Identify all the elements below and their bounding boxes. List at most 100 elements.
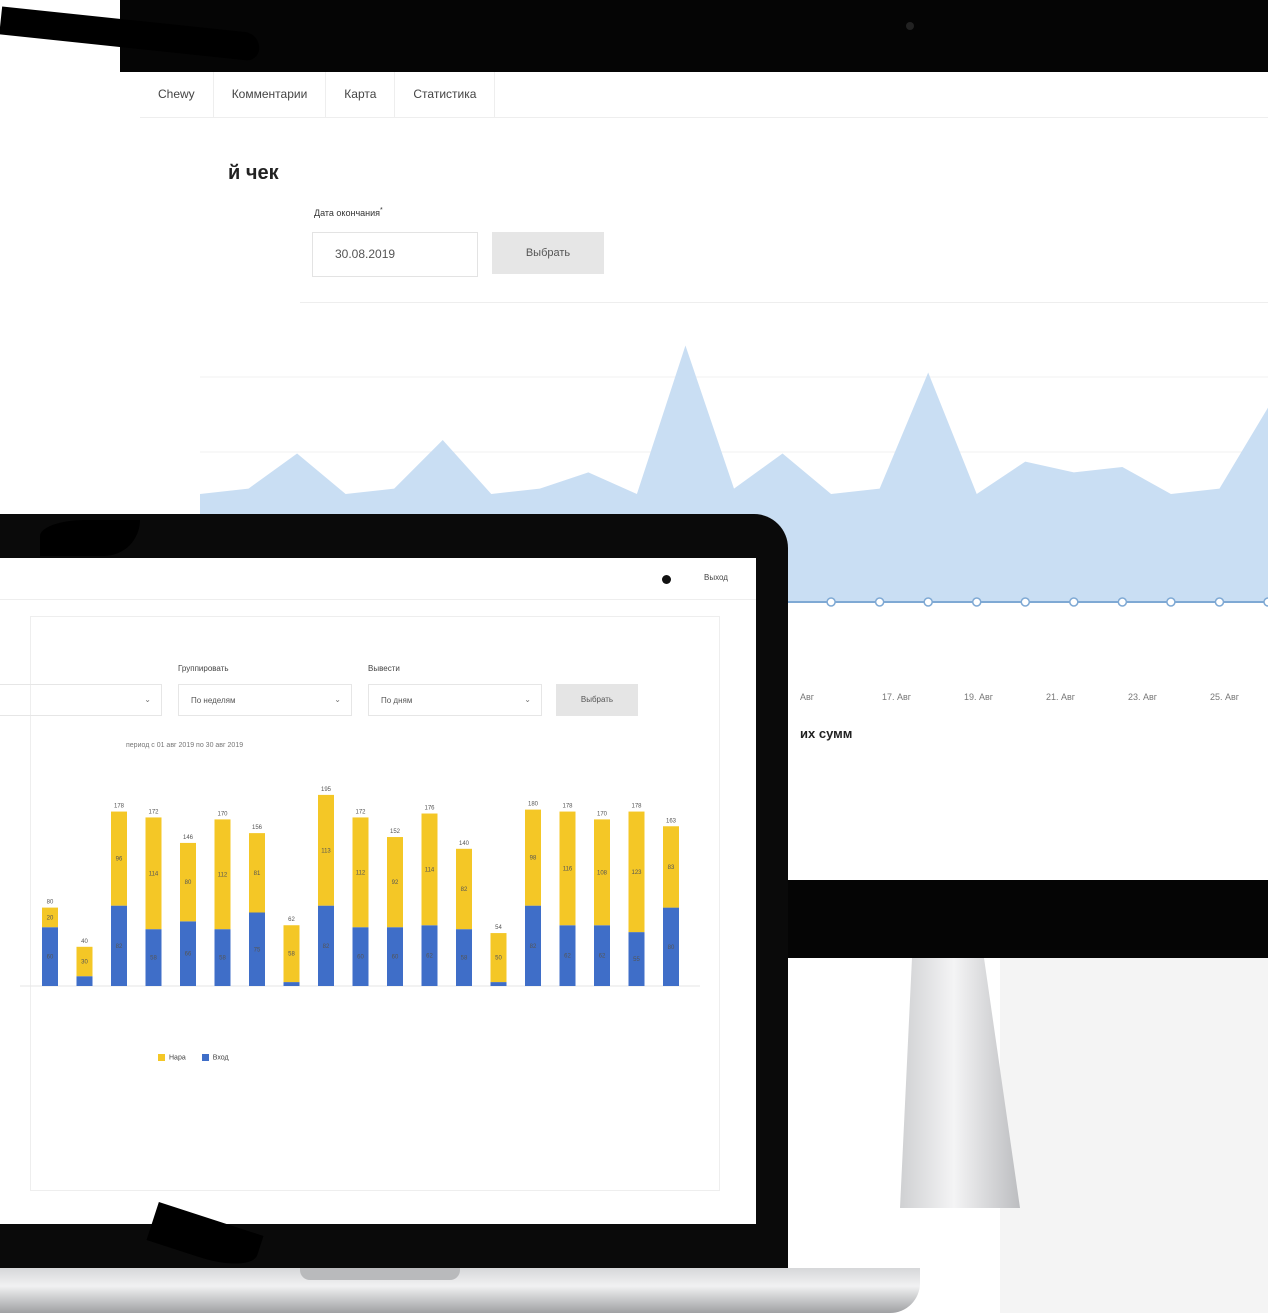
bar-segment-label: 80 (668, 945, 675, 951)
bar-segment-label: 123 (631, 870, 642, 876)
bar-segment-label: 58 (288, 952, 295, 958)
bar-total-label: 178 (562, 804, 573, 810)
bar-total-label: 195 (321, 787, 332, 793)
bar-segment-vhod[interactable] (283, 982, 300, 986)
x-tick-label: 21. Авг (1046, 692, 1076, 702)
legend-label: Вход (212, 1054, 229, 1062)
bar-segment-label: 82 (530, 944, 537, 950)
bar-total-label: 170 (217, 811, 228, 817)
bar-segment-label: 112 (218, 872, 228, 878)
bar-total-label: 152 (390, 829, 401, 835)
legend-item[interactable]: Вход (201, 1054, 229, 1062)
bar-total-label: 178 (114, 804, 125, 810)
bar-segment-label: 114 (149, 871, 159, 877)
grouping-label: Группировать (178, 664, 229, 673)
bar-segment-label: 55 (633, 957, 640, 963)
area-point[interactable] (826, 597, 836, 607)
area-point[interactable] (1069, 597, 1079, 607)
chart-legend: Нара Вход (158, 1054, 229, 1061)
area-point[interactable] (1020, 597, 1031, 607)
bar-total-label: 146 (183, 835, 194, 841)
bar-total-label: 140 (459, 841, 470, 847)
chevron-down-icon: ⌄ (334, 695, 341, 704)
bar-total-label: 54 (495, 925, 502, 931)
laptop-screen: Выход Группировать Вывести ⌄ По неделям … (0, 558, 756, 1224)
grouping-select-value: По неделям (191, 696, 236, 705)
display-select-value: По дням (381, 696, 413, 705)
chevron-down-icon: ⌄ (144, 695, 151, 704)
bar-segment-label: 58 (461, 956, 468, 962)
area-point[interactable] (1214, 597, 1225, 607)
area-point[interactable] (1117, 597, 1128, 607)
bar-segment-label: 62 (599, 954, 606, 960)
bar-segment-label: 60 (392, 955, 399, 961)
legend-swatch (201, 1054, 209, 1061)
background (1000, 958, 1268, 1313)
bar-total-label: 40 (81, 939, 88, 945)
x-tick-label: 17. Авг (882, 692, 912, 702)
bar-total-label: 62 (288, 917, 295, 923)
bar-total-label: 172 (355, 809, 366, 815)
area-point[interactable] (874, 597, 885, 607)
camera-icon (906, 22, 914, 30)
bar-segment-label: 82 (323, 944, 330, 950)
area-point[interactable] (1166, 597, 1176, 607)
bar-segment-label: 108 (597, 870, 608, 876)
laptop-base (0, 1268, 920, 1313)
bar-total-label: 180 (528, 802, 539, 808)
area-point[interactable] (1263, 597, 1268, 607)
bar-segment-label: 114 (425, 867, 435, 873)
bar-segment-label: 112 (356, 870, 366, 876)
legend-swatch (158, 1054, 165, 1061)
bar-segment-label: 116 (563, 866, 573, 872)
legend-item[interactable]: Нара (158, 1054, 186, 1061)
bar-segment-label: 80 (185, 880, 192, 886)
bar-segment-label: 82 (461, 887, 468, 893)
bar-segment-label: 60 (47, 955, 54, 961)
laptop-header: Выход (0, 558, 756, 600)
bar-total-label: 172 (148, 809, 159, 815)
bar-segment-label: 82 (116, 944, 123, 950)
bar-segment-label: 60 (357, 955, 364, 961)
monitor-chin (780, 880, 1268, 958)
legend-label: Нара (169, 1054, 186, 1062)
first-select[interactable]: ⌄ (0, 684, 162, 716)
bar-segment-label: 30 (81, 960, 88, 966)
bar-total-label: 163 (666, 818, 677, 824)
bar-segment-label: 92 (392, 880, 399, 886)
bar-segment-vhod[interactable] (490, 982, 507, 986)
bar-segment-vhod[interactable] (76, 976, 93, 986)
x-tick-label: 25. Авг (1210, 692, 1240, 702)
x-tick-label: 19. Авг (964, 692, 994, 702)
bar-segment-label: 98 (530, 856, 537, 862)
grouping-select[interactable]: По неделям ⌄ (178, 684, 352, 716)
bar-segment-label: 66 (185, 952, 192, 958)
area-point[interactable] (923, 597, 933, 607)
exit-link[interactable]: Выход (704, 573, 728, 582)
chevron-down-icon: ⌄ (524, 695, 531, 704)
bar-segment-label: 50 (495, 956, 502, 962)
x-tick-label: 23. Авг (1128, 692, 1158, 702)
display-select[interactable]: По дням ⌄ (368, 684, 542, 716)
x-tick-label: Авг (800, 692, 815, 702)
area-point[interactable] (971, 597, 982, 607)
display-label: Вывести (368, 664, 400, 673)
monitor-bezel-top (120, 0, 1268, 72)
bar-segment-label: 58 (150, 956, 157, 962)
user-dot-icon[interactable] (662, 575, 671, 584)
bar-segment-label: 113 (321, 848, 331, 854)
laptop-select-button[interactable]: Выбрать (556, 684, 638, 716)
period-text: период с 01 авг 2019 по 30 авг 2019 (126, 742, 244, 749)
bar-segment-label: 62 (564, 954, 571, 960)
subheading: их сумм (800, 726, 853, 741)
bar-total-label: 170 (597, 811, 608, 817)
bar-total-label: 178 (631, 804, 642, 810)
stacked-bar-chart: 80 20 60 40 30 178 96 82 172 114 58 146 80 66 170 112 58… (20, 787, 700, 987)
bar-total-label: 176 (424, 806, 435, 812)
bar-segment-label: 81 (254, 871, 261, 877)
bar-segment-label: 20 (47, 915, 54, 921)
bar-segment-label: 96 (116, 857, 123, 863)
bar-total-label: 156 (252, 825, 263, 831)
bar-segment-label: 75 (254, 947, 261, 953)
bar-segment-label: 83 (668, 865, 675, 871)
